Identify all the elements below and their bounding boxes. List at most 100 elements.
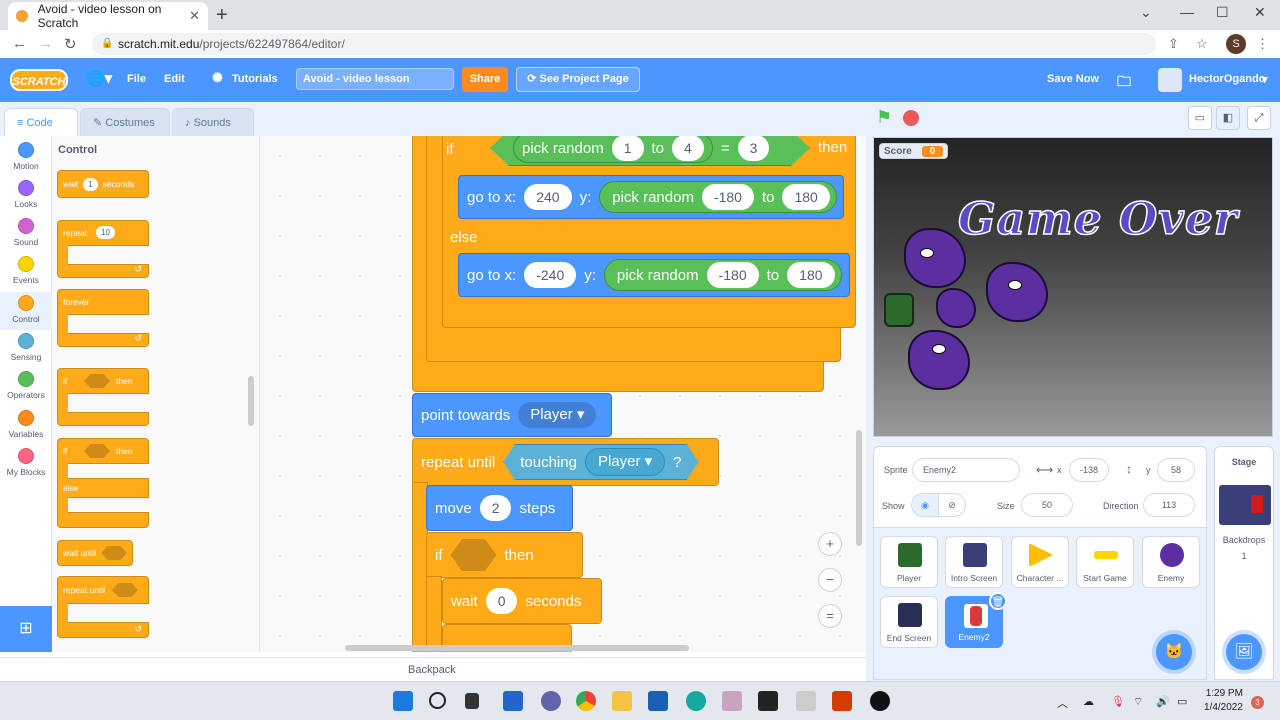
- hide-button[interactable]: ⊘: [938, 493, 966, 517]
- teams-chat-icon[interactable]: [541, 691, 561, 711]
- sprite-thumb-start-game[interactable]: Start Game: [1076, 536, 1134, 588]
- store-icon[interactable]: [648, 691, 668, 711]
- category-motion[interactable]: Motion: [0, 142, 52, 178]
- move-block[interactable]: move 2 steps: [426, 485, 573, 531]
- language-globe-icon[interactable]: 🌐▾: [86, 69, 112, 87]
- profile-avatar[interactable]: S: [1226, 34, 1246, 54]
- scratch-logo[interactable]: SCRATCH: [10, 69, 68, 91]
- horizontal-scrollbar[interactable]: [345, 645, 689, 651]
- number-input[interactable]: 0: [485, 588, 518, 614]
- notification-badge[interactable]: 3: [1251, 696, 1264, 709]
- sprite-thumb-character[interactable]: Character ...: [1011, 536, 1069, 588]
- category-sound[interactable]: Sound: [0, 218, 52, 254]
- category-variables[interactable]: Variables: [0, 410, 52, 446]
- palette-forever-block[interactable]: forever ↺: [57, 289, 149, 347]
- chrome-menu-icon[interactable]: ⋮: [1256, 36, 1269, 52]
- enemy-sprite[interactable]: [986, 262, 1048, 322]
- sprite-thumb-end-screen[interactable]: End Screen: [880, 596, 938, 648]
- new-tab-icon[interactable]: +: [216, 4, 228, 27]
- sprite-thumb-intro-screen[interactable]: Intro Screen: [945, 536, 1003, 588]
- user-avatar[interactable]: [1158, 68, 1182, 92]
- app-icon-gray[interactable]: [796, 691, 816, 711]
- enemy-sprite[interactable]: [904, 228, 966, 288]
- delete-sprite-icon[interactable]: 🗑: [989, 592, 1007, 610]
- enemy-sprite[interactable]: [936, 288, 976, 328]
- user-menu-caret-icon[interactable]: ▾: [1262, 73, 1268, 86]
- green-flag-icon[interactable]: ⚑: [876, 108, 894, 126]
- size-input[interactable]: 50: [1021, 493, 1073, 517]
- stop-button[interactable]: [903, 110, 919, 126]
- see-project-page-button[interactable]: ⟳ See Project Page: [516, 67, 640, 92]
- maximize-icon[interactable]: ☐: [1216, 4, 1229, 21]
- search-icon[interactable]: [429, 692, 446, 709]
- reload-icon[interactable]: ↻: [64, 35, 77, 53]
- palette-wait-block[interactable]: wait 1 seconds: [57, 170, 149, 198]
- file-menu[interactable]: File: [127, 73, 146, 85]
- back-icon[interactable]: ←: [12, 35, 27, 52]
- browser-tab[interactable]: Avoid - video lesson on Scratch ✕: [8, 2, 208, 30]
- zoom-reset-button[interactable]: =: [818, 604, 842, 628]
- tab-search-icon[interactable]: ⌄: [1140, 4, 1152, 21]
- my-stuff-folder-icon[interactable]: 🗀: [1117, 71, 1131, 95]
- edit-menu[interactable]: Edit: [164, 73, 185, 85]
- number-input[interactable]: 1: [611, 136, 644, 161]
- palette-repeat-until-block[interactable]: repeat until ↺: [57, 576, 149, 638]
- app-icon-dark[interactable]: [758, 691, 778, 711]
- block-input[interactable]: 1: [83, 177, 98, 191]
- palette-if-else-block[interactable]: if then else: [57, 438, 149, 528]
- palette-repeat-block[interactable]: repeat 10 ↺: [57, 220, 149, 278]
- normal-stage-button[interactable]: ◧: [1216, 106, 1240, 130]
- category-sensing[interactable]: Sensing: [0, 333, 52, 369]
- x-input[interactable]: -138: [1069, 458, 1109, 482]
- widgets-icon[interactable]: [503, 691, 523, 711]
- tab-code[interactable]: ≡ Code: [4, 108, 78, 136]
- backpack-bar[interactable]: Backpack: [0, 657, 866, 681]
- pick-random-1[interactable]: pick random 1 to 4: [513, 136, 713, 163]
- goto-block-1[interactable]: go to x: 240 y: pick random -180 to 180: [458, 175, 844, 219]
- number-input[interactable]: 4: [672, 136, 704, 161]
- sprite-thumb-enemy[interactable]: Enemy: [1142, 536, 1200, 588]
- number-input[interactable]: 180: [787, 262, 835, 288]
- equals-operator[interactable]: pick random 1 to 4 = 3: [490, 136, 810, 166]
- tab-sounds[interactable]: ♪ Sounds: [172, 108, 254, 136]
- close-window-icon[interactable]: ✕: [1254, 4, 1266, 21]
- close-tab-icon[interactable]: ✕: [189, 8, 200, 24]
- office-icon[interactable]: [832, 691, 852, 711]
- url-field[interactable]: 🔒 scratch.mit.edu/projects/622497864/edi…: [92, 33, 1156, 55]
- palette-scrollbar[interactable]: [248, 376, 254, 426]
- category-looks[interactable]: Looks: [0, 180, 52, 216]
- choose-sprite-icon[interactable]: 🐱: [1156, 634, 1192, 670]
- pick-random-2[interactable]: pick random -180 to 180: [599, 181, 837, 213]
- category-control[interactable]: Control: [0, 292, 52, 330]
- boolean-slot[interactable]: [84, 374, 110, 388]
- show-visible-button[interactable]: ◉: [911, 493, 939, 517]
- player-sprite[interactable]: [884, 293, 914, 327]
- palette-wait-until-block[interactable]: wait until: [57, 540, 133, 566]
- battery-icon[interactable]: ▭: [1177, 695, 1187, 708]
- enemy-sprite[interactable]: [908, 330, 970, 390]
- chrome-icon[interactable]: [576, 691, 596, 711]
- boolean-slot[interactable]: [112, 583, 138, 597]
- tab-costumes[interactable]: ✎ Costumes: [80, 108, 170, 136]
- sprite-thumb-player[interactable]: Player: [880, 536, 938, 588]
- zoom-out-button[interactable]: −: [818, 568, 842, 592]
- minimize-icon[interactable]: —: [1180, 4, 1194, 20]
- palette-if-block[interactable]: if then: [57, 368, 149, 426]
- direction-input[interactable]: 113: [1143, 493, 1195, 517]
- file-explorer-icon[interactable]: [612, 691, 632, 711]
- repeat-until-block[interactable]: repeat until touching Player ▾ ?: [412, 438, 719, 486]
- wait-block[interactable]: wait 0 seconds: [442, 578, 602, 624]
- category-operators[interactable]: Operators: [0, 371, 52, 407]
- number-input[interactable]: -240: [524, 262, 577, 288]
- empty-boolean-slot[interactable]: [450, 539, 497, 571]
- share-button[interactable]: Share: [462, 67, 508, 92]
- category-events[interactable]: Events: [0, 256, 52, 292]
- number-input[interactable]: -180: [701, 184, 754, 210]
- save-now-button[interactable]: Save Now: [1047, 73, 1099, 85]
- username-menu[interactable]: HectorOgando: [1189, 73, 1265, 85]
- app-icon-black[interactable]: [870, 691, 890, 711]
- small-stage-button[interactable]: ▭: [1188, 106, 1212, 130]
- taskbar-clock[interactable]: 1:29 PM 1/4/2022: [1204, 687, 1243, 715]
- fullscreen-icon[interactable]: ⤢: [1247, 106, 1271, 130]
- goto-block-2[interactable]: go to x: -240 y: pick random -180 to 180: [458, 253, 850, 297]
